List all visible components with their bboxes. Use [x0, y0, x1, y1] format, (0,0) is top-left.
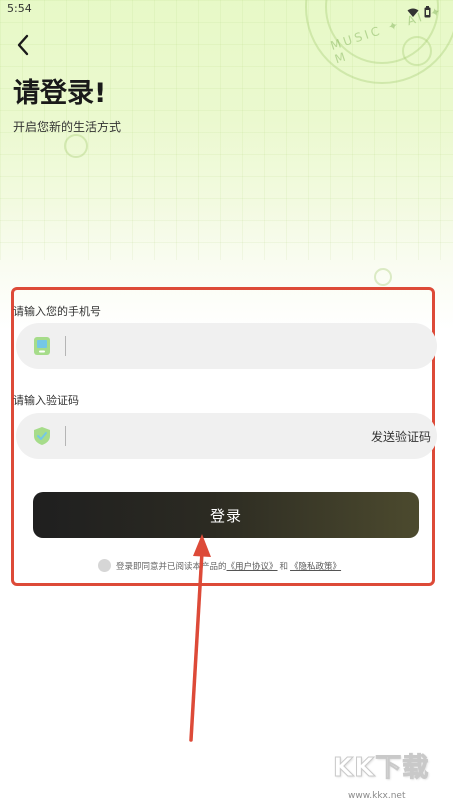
page-subtitle: 开启您新的生活方式: [13, 120, 122, 134]
phone-input[interactable]: [74, 323, 368, 371]
status-icons: [407, 3, 431, 22]
agreement-radio[interactable]: [98, 559, 111, 572]
decor-ring-right: [374, 268, 392, 286]
watermark: KK下载 www.kkx.net: [333, 747, 445, 802]
code-input-container[interactable]: 发送验证码: [16, 413, 437, 461]
status-time: 5:54: [7, 2, 32, 15]
battery-icon: [424, 3, 431, 22]
agreement-connector: 和: [279, 561, 289, 572]
code-input[interactable]: [74, 413, 368, 461]
chevron-left-icon: [16, 34, 30, 60]
phone-divider: [65, 336, 66, 356]
code-divider: [65, 426, 66, 446]
agreement-text: 登录即同意并已阅读本产品的: [116, 561, 227, 572]
user-agreement-link[interactable]: 《用户协议》: [227, 560, 278, 572]
phone-field-label: 请输入您的手机号: [13, 305, 101, 318]
watermark-logo: KK下载: [333, 753, 430, 784]
watermark-url: www.kkx.net: [348, 791, 406, 801]
agreement-row: 登录即同意并已阅读本产品的 《用户协议》 和 《隐私政策》: [98, 559, 341, 572]
shield-check-icon: [32, 426, 52, 446]
code-field-label: 请输入验证码: [13, 394, 79, 407]
phone-icon: [32, 336, 52, 356]
decor-ring-left: [64, 134, 88, 158]
wifi-icon: [407, 3, 419, 22]
page-title: 请登录!: [13, 78, 107, 109]
login-button[interactable]: 登录: [33, 492, 419, 538]
back-button[interactable]: [10, 34, 36, 60]
send-code-button[interactable]: 发送验证码: [371, 428, 431, 445]
status-bar: 5:54: [0, 0, 453, 20]
phone-input-container[interactable]: [16, 323, 437, 371]
privacy-policy-link[interactable]: 《隐私政策》: [290, 560, 341, 572]
